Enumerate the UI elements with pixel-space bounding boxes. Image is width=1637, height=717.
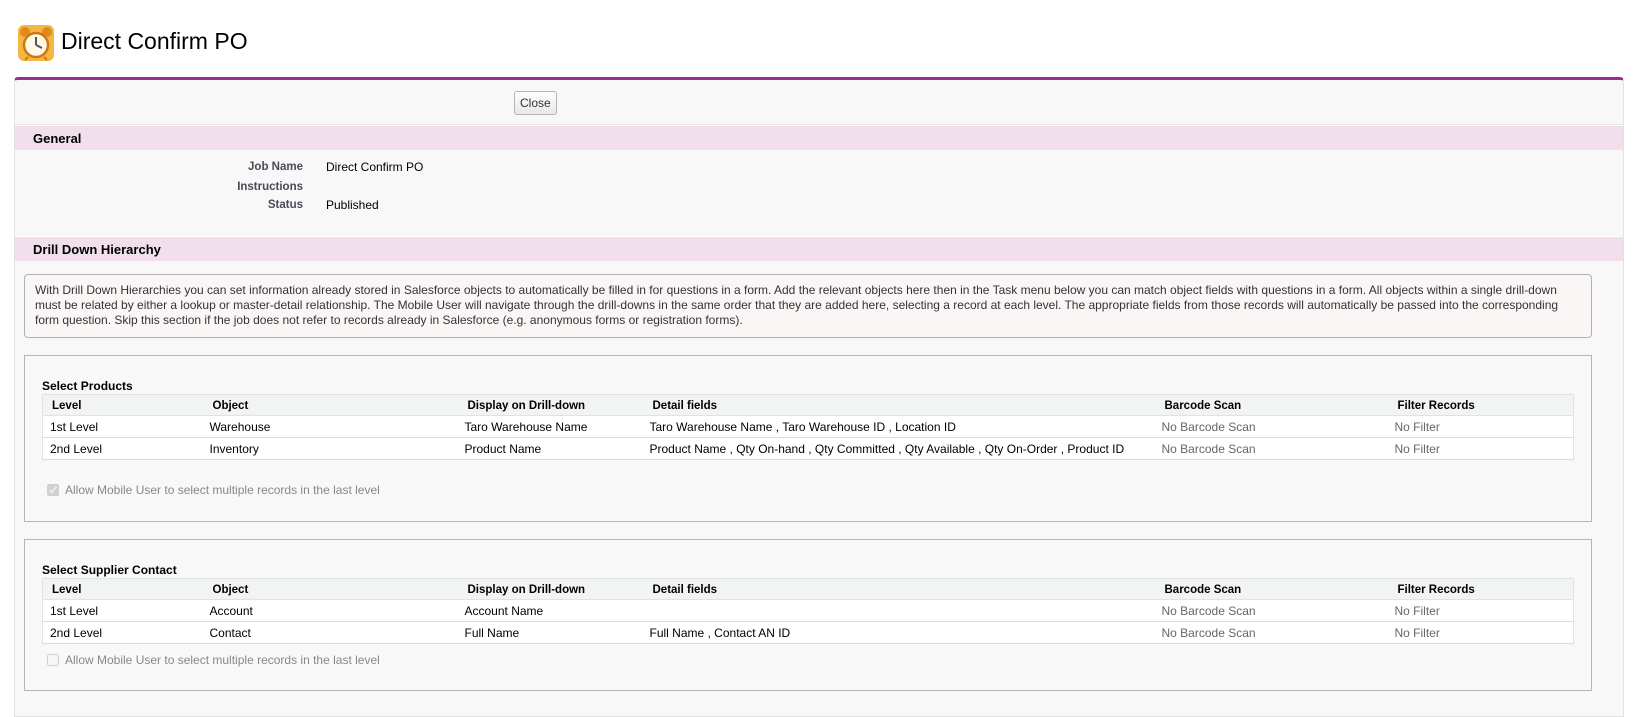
group-title: Select Products [42, 379, 133, 393]
barcode-scan-cell: No Barcode Scan [1155, 437, 1389, 460]
column-header-barcode-scan: Barcode Scan [1155, 394, 1389, 416]
detail-fields-cell: Taro Warehouse Name , Taro Warehouse ID … [643, 415, 1156, 438]
object-cell: Inventory [203, 437, 459, 460]
job-name-label: Job Name [248, 161, 303, 173]
status-label: Status [267, 199, 303, 211]
drilldown-group-select-supplier-contact: Select Supplier Contact Level Object Dis… [24, 539, 1592, 691]
column-header-object: Object [203, 578, 459, 600]
barcode-scan-cell: No Barcode Scan [1155, 621, 1389, 644]
button-row: Close [15, 80, 1623, 125]
filter-records-cell: No Filter [1388, 437, 1574, 460]
column-header-detail-fields: Detail fields [643, 394, 1156, 416]
page-title: Direct Confirm PO [61, 28, 248, 54]
level-cell: 1st Level [42, 415, 204, 438]
general-fields: Job Name Direct Confirm PO Instructions … [15, 150, 1623, 236]
detail-fields-cell: Full Name , Contact AN ID [643, 621, 1156, 644]
object-cell: Account [203, 599, 459, 622]
table-row: 2nd Level Inventory Product Name Product… [42, 437, 1574, 460]
table-row: 2nd Level Contact Full Name Full Name , … [42, 621, 1574, 644]
drilldown-info-box: With Drill Down Hierarchies you can set … [24, 274, 1592, 338]
column-header-filter-records: Filter Records [1388, 394, 1574, 416]
job-name-value: Direct Confirm PO [326, 160, 424, 174]
level-cell: 2nd Level [42, 437, 204, 460]
display-cell: Product Name [458, 437, 644, 460]
table-header-row: Level Object Display on Drill-down Detai… [42, 578, 1574, 600]
column-header-display: Display on Drill-down [458, 394, 644, 416]
multi-select-option: Allow Mobile User to select multiple rec… [47, 483, 380, 497]
filter-records-cell: No Filter [1388, 621, 1574, 644]
level-cell: 2nd Level [42, 621, 204, 644]
general-section-header: General [15, 125, 1623, 150]
table-row: 1st Level Warehouse Taro Warehouse Name … [42, 415, 1574, 438]
drilldown-table: Level Object Display on Drill-down Detai… [42, 578, 1574, 644]
object-cell: Contact [203, 621, 459, 644]
detail-fields-cell: Product Name , Qty On-hand , Qty Committ… [643, 437, 1156, 460]
multi-select-label: Allow Mobile User to select multiple rec… [65, 483, 380, 497]
barcode-scan-cell: No Barcode Scan [1155, 599, 1389, 622]
multi-select-checkbox[interactable] [47, 654, 59, 666]
multi-select-checkbox[interactable] [47, 484, 59, 496]
column-header-level: Level [42, 394, 204, 416]
column-header-detail-fields: Detail fields [643, 578, 1156, 600]
column-header-barcode-scan: Barcode Scan [1155, 578, 1389, 600]
filter-records-cell: No Filter [1388, 599, 1574, 622]
multi-select-option: Allow Mobile User to select multiple rec… [47, 653, 380, 667]
object-cell: Warehouse [203, 415, 459, 438]
detail-fields-cell [643, 599, 1156, 622]
display-cell: Account Name [458, 599, 644, 622]
column-header-filter-records: Filter Records [1388, 578, 1574, 600]
multi-select-label: Allow Mobile User to select multiple rec… [65, 653, 380, 667]
level-cell: 1st Level [42, 599, 204, 622]
column-header-object: Object [203, 394, 459, 416]
alarm-clock-icon [18, 25, 54, 61]
display-cell: Full Name [458, 621, 644, 644]
drilldown-group-select-products: Select Products Level Object Display on … [24, 355, 1592, 522]
barcode-scan-cell: No Barcode Scan [1155, 415, 1389, 438]
drilldown-table: Level Object Display on Drill-down Detai… [42, 394, 1574, 460]
instructions-label: Instructions [237, 181, 303, 193]
table-header-row: Level Object Display on Drill-down Detai… [42, 394, 1574, 416]
column-header-display: Display on Drill-down [458, 578, 644, 600]
page-header: Direct Confirm PO [0, 0, 1637, 78]
filter-records-cell: No Filter [1388, 415, 1574, 438]
table-row: 1st Level Account Account Name No Barcod… [42, 599, 1574, 622]
status-value: Published [326, 198, 379, 212]
drilldown-section-header: Drill Down Hierarchy [15, 236, 1623, 261]
group-title: Select Supplier Contact [42, 563, 177, 577]
display-cell: Taro Warehouse Name [458, 415, 644, 438]
close-button[interactable]: Close [514, 91, 557, 115]
column-header-level: Level [42, 578, 204, 600]
